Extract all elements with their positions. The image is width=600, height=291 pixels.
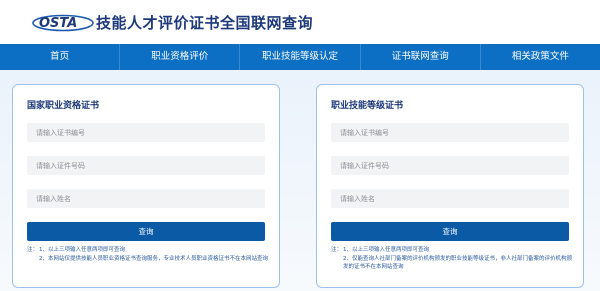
note-item: 2、仅能查询人社部门备案的评价机构颁发的职业技能等级证书，非人社部门备案的评价机… [343, 255, 573, 271]
svg-text:OSTA: OSTA [39, 16, 77, 31]
notes-label: 注： [331, 247, 343, 253]
nav-item-certificate-query[interactable]: 证书联网查询 [361, 44, 481, 70]
qualification-certificate-card: 国家职业资格证书 查询 注： 1、以上三项输入任意两项即可查询 2、本网站仅提供… [12, 84, 280, 288]
nav-item-policy-documents[interactable]: 相关政策文件 [481, 44, 600, 70]
certificate-number-input[interactable] [331, 123, 569, 142]
name-input[interactable] [27, 189, 265, 208]
main-nav: 首页 职业资格评价 职业技能等级认定 证书联网查询 相关政策文件 [0, 44, 600, 70]
site-header: OSTA 技能人才评价证书全国联网查询 [0, 0, 600, 44]
query-button[interactable]: 查询 [331, 222, 569, 241]
note-item: 1、以上三项输入任意两项即可查询 [343, 247, 430, 253]
site-title: 技能人才评价证书全国联网查询 [96, 14, 314, 32]
id-number-input[interactable] [331, 156, 569, 175]
card-title: 职业技能等级证书 [331, 101, 404, 111]
query-button[interactable]: 查询 [27, 222, 265, 241]
nav-item-qualification-evaluation[interactable]: 职业资格评价 [120, 44, 241, 70]
notes: 注： 1、以上三项输入任意两项即可查询 2、仅能查询人社部门备案的评价机构颁发的… [331, 246, 577, 272]
note-item: 2、本网站仅提供技能人员职业资格证书查询服务，专业技术人员职业资格证书不在本网站… [39, 255, 269, 262]
osta-logo[interactable]: OSTA [30, 10, 94, 34]
certificate-number-input[interactable] [27, 123, 265, 142]
notes-label: 注： [27, 247, 39, 253]
nav-item-home[interactable]: 首页 [0, 44, 121, 70]
card-title: 国家职业资格证书 [27, 101, 100, 111]
nav-item-skill-level-recognition[interactable]: 职业技能等级认定 [240, 44, 361, 70]
notes: 注： 1、以上三项输入任意两项即可查询 2、本网站仅提供技能人员职业资格证书查询… [27, 246, 273, 263]
skill-level-certificate-card: 职业技能等级证书 查询 注： 1、以上三项输入任意两项即可查询 2、仅能查询人社… [316, 84, 584, 288]
note-item: 1、以上三项输入任意两项即可查询 [39, 247, 126, 253]
name-input[interactable] [331, 189, 569, 208]
id-number-input[interactable] [27, 156, 265, 175]
